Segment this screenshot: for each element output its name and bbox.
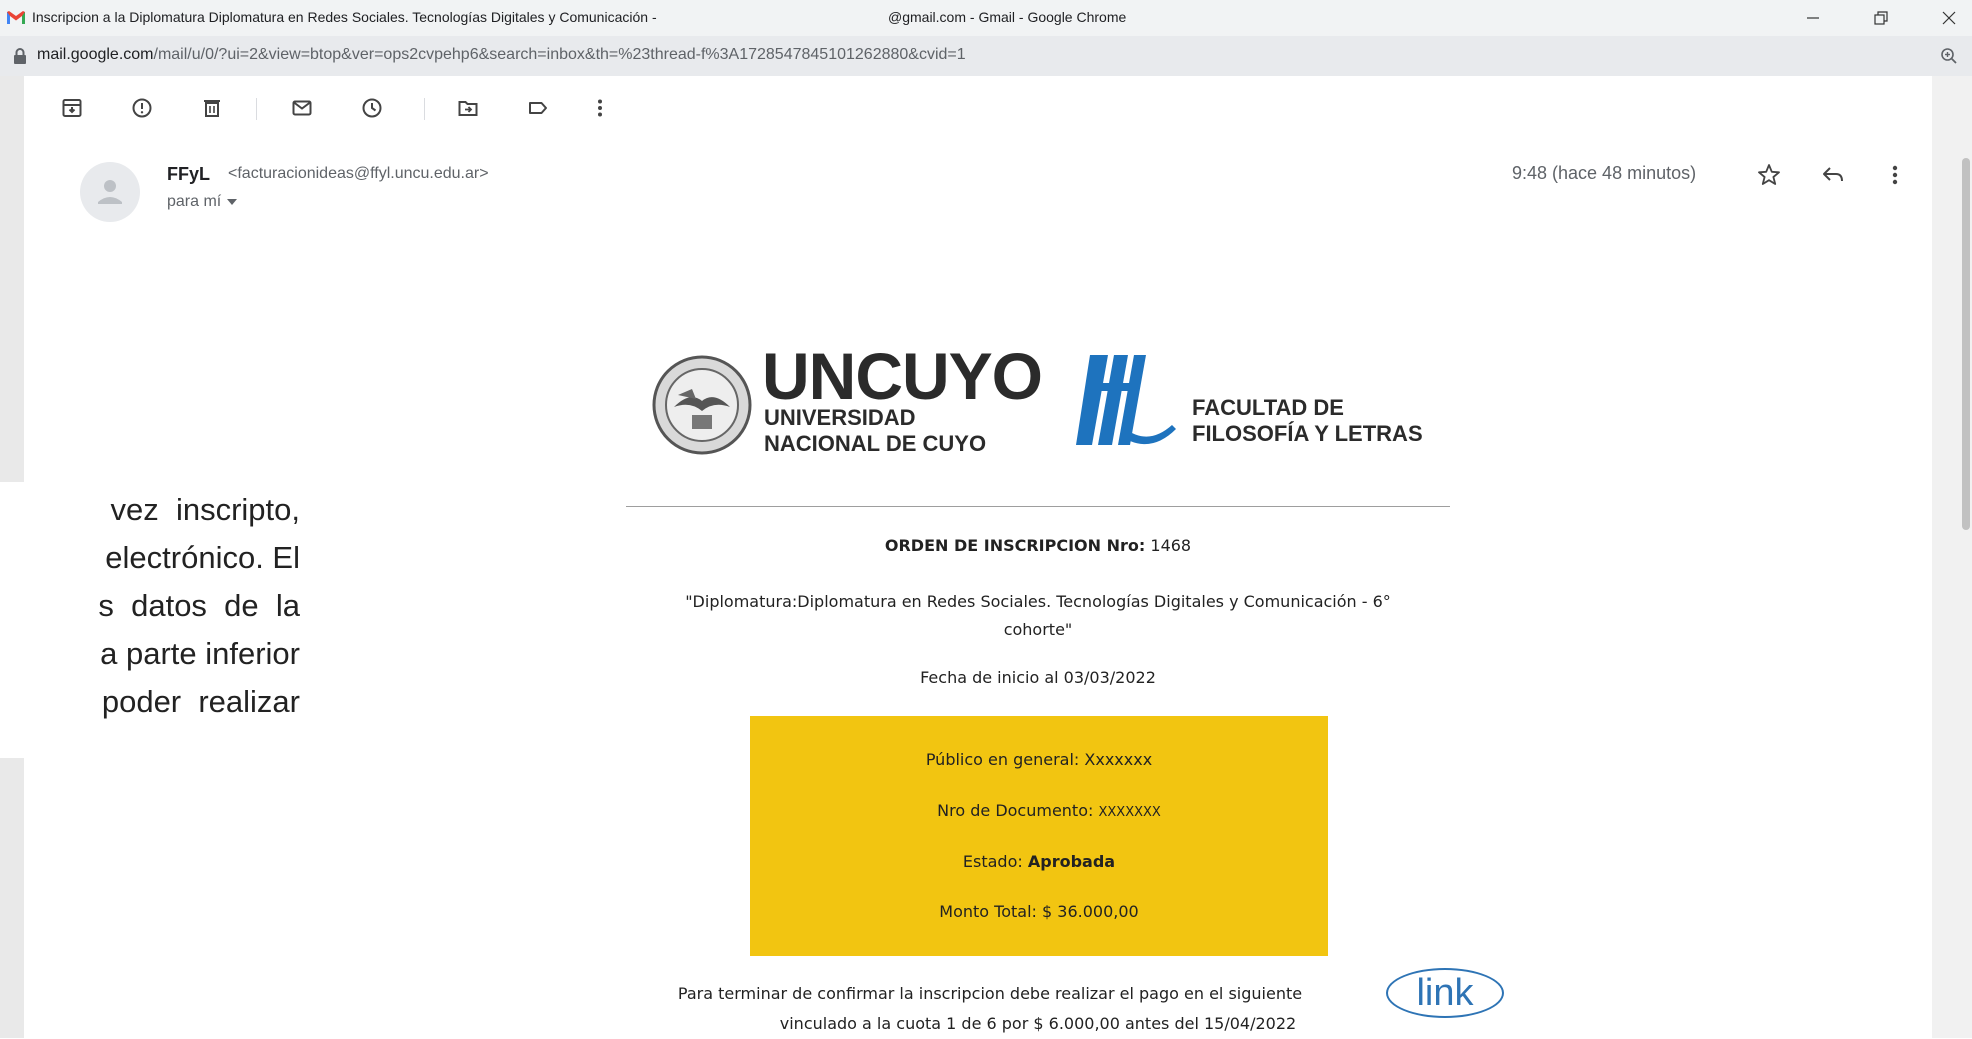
address-bar[interactable]: mail.google.com/mail/u/0/?ui=2&view=btop…	[0, 36, 1972, 76]
course-line2: cohorte"	[1003, 620, 1073, 639]
university-seal-logo	[652, 355, 752, 455]
start-date: Fecha de inicio al 03/03/2022	[920, 668, 1156, 687]
restore-button[interactable]	[1858, 0, 1904, 36]
toolbar-separator	[256, 98, 257, 120]
uncuyo-subtitle-line2: NACIONAL DE CUYO	[764, 431, 987, 456]
snooze-button[interactable]	[360, 96, 384, 120]
overlay-line5: poder realizar	[101, 684, 300, 719]
ffyl-text-line2: FILOSOFÍA Y LETRAS	[1192, 421, 1423, 446]
message-timestamp: 9:48 (hace 48 minutos)	[1512, 163, 1697, 183]
public-value: Xxxxxxx	[1084, 750, 1153, 769]
ffyl-logo	[1076, 355, 1176, 445]
window-title-account: @gmail.com - Gmail - Google Chrome	[888, 9, 1127, 25]
more-options-button[interactable]	[588, 96, 612, 120]
payment-line2: vinculado a la cuota 1 de 6 por $ 6.000,…	[779, 1014, 1297, 1033]
course-line1: "Diplomatura:Diplomatura en Redes Social…	[685, 592, 1391, 611]
status-row: Estado: Aprobada	[750, 852, 1328, 871]
overlay-line2: electrónico. El	[105, 540, 300, 575]
public-label: Público en general:	[925, 750, 1080, 769]
report-spam-button[interactable]	[130, 96, 154, 120]
payment-instructions: Para terminar de confirmar la inscripcio…	[626, 979, 1450, 1039]
caret-down-icon	[227, 199, 238, 205]
more-vert-icon	[1892, 165, 1898, 185]
report-spam-icon	[132, 98, 152, 118]
delete-icon	[204, 100, 220, 117]
lock-icon	[14, 48, 26, 64]
recipient-label: para mí	[167, 193, 222, 210]
message-more-button[interactable]	[1882, 162, 1908, 188]
sender-email: <facturacionideas@ffyl.uncu.edu.ar>	[228, 165, 489, 182]
payment-line1-text: Para terminar de confirmar la inscripcio…	[677, 984, 1303, 1003]
ffyl-text-line1: FACULTAD DE	[1192, 395, 1344, 420]
order-label: ORDEN DE INSCRIPCION Nro:	[884, 536, 1146, 555]
minimize-icon	[1807, 17, 1819, 19]
sender-avatar[interactable]	[80, 162, 140, 222]
total-label: Monto Total:	[939, 902, 1037, 921]
move-to-button[interactable]	[456, 96, 480, 120]
url-text[interactable]: mail.google.com/mail/u/0/?ui=2&view=btop…	[37, 46, 966, 64]
order-number: 1468	[1150, 536, 1192, 555]
mark-unread-button[interactable]	[290, 96, 314, 120]
url-domain: mail.google.com	[37, 46, 154, 63]
status-value: Aprobada	[1027, 852, 1116, 871]
scrollbar[interactable]	[1932, 76, 1972, 1038]
header-divider	[626, 506, 1450, 507]
order-title: ORDEN DE INSCRIPCION Nro: 1468	[626, 536, 1450, 555]
total-row: Monto Total: $ 36.000,00	[750, 902, 1328, 921]
person-icon	[98, 180, 122, 204]
ffyl-logo-text: FACULTAD DE FILOSOFÍA Y LETRAS	[1192, 395, 1423, 447]
status-label: Estado:	[962, 852, 1023, 871]
star-button[interactable]	[1756, 162, 1782, 188]
total-value: $ 36.000,00	[1042, 902, 1139, 921]
public-row: Público en general: Xxxxxxx	[750, 750, 1328, 769]
registration-summary-box: Público en general: Xxxxxxx Nro de Docum…	[750, 716, 1328, 956]
zoom-icon[interactable]	[1940, 47, 1958, 65]
close-icon	[1942, 11, 1956, 25]
mark-unread-icon	[292, 100, 312, 116]
sender-name[interactable]: FFyL	[167, 164, 210, 185]
document-label: Nro de Documento:	[937, 801, 1094, 820]
minimize-button[interactable]	[1790, 0, 1836, 36]
overlay-line4: a parte inferior	[100, 636, 300, 671]
payment-link[interactable]: link	[1386, 968, 1504, 1018]
slide-overlay-text: vez inscripto, electrónico. El s datos d…	[0, 482, 300, 758]
snooze-icon	[362, 98, 382, 118]
move-to-icon	[458, 101, 478, 116]
archive-icon	[62, 99, 82, 117]
uncuyo-subtitle-line1: UNIVERSIDAD	[764, 405, 916, 430]
overlay-line3: s datos de la	[98, 588, 300, 623]
uncuyo-logo-subtitle: UNIVERSIDAD NACIONAL DE CUYO	[764, 405, 986, 457]
label-icon	[529, 102, 547, 114]
document-value: XXXXXXX	[1098, 805, 1161, 820]
delete-button[interactable]	[200, 96, 224, 120]
window-title-bar: Inscripcion a la Diplomatura Diplomatura…	[0, 0, 1972, 37]
uncuyo-logo-text: UNCUYO	[762, 339, 1043, 413]
window-title: Inscripcion a la Diplomatura Diplomatura…	[32, 9, 657, 25]
label-button[interactable]	[526, 96, 550, 120]
reply-button[interactable]	[1820, 162, 1846, 188]
archive-button[interactable]	[60, 96, 84, 120]
reply-icon	[1823, 167, 1843, 182]
toolbar-separator	[424, 98, 425, 120]
payment-line1: Para terminar de confirmar la inscripcio…	[626, 979, 1450, 1009]
document-row: Nro de Documento: XXXXXXX	[750, 801, 1328, 820]
overlay-line1: vez inscripto,	[110, 492, 300, 527]
gmail-logo-icon	[7, 11, 25, 24]
more-vert-icon	[598, 99, 602, 117]
email-header-logos: UNCUYO UNIVERSIDAD NACIONAL DE CUYO FACU…	[652, 335, 1432, 465]
restore-icon	[1874, 11, 1888, 25]
close-button[interactable]	[1926, 0, 1972, 36]
star-icon	[1758, 164, 1780, 185]
recipient-details-toggle[interactable]: para mí	[167, 193, 238, 211]
scrollbar-thumb[interactable]	[1962, 158, 1970, 530]
course-name: "Diplomatura:Diplomatura en Redes Social…	[626, 588, 1450, 644]
url-path: /mail/u/0/?ui=2&view=btop&ver=ops2cvpehp…	[153, 46, 966, 63]
